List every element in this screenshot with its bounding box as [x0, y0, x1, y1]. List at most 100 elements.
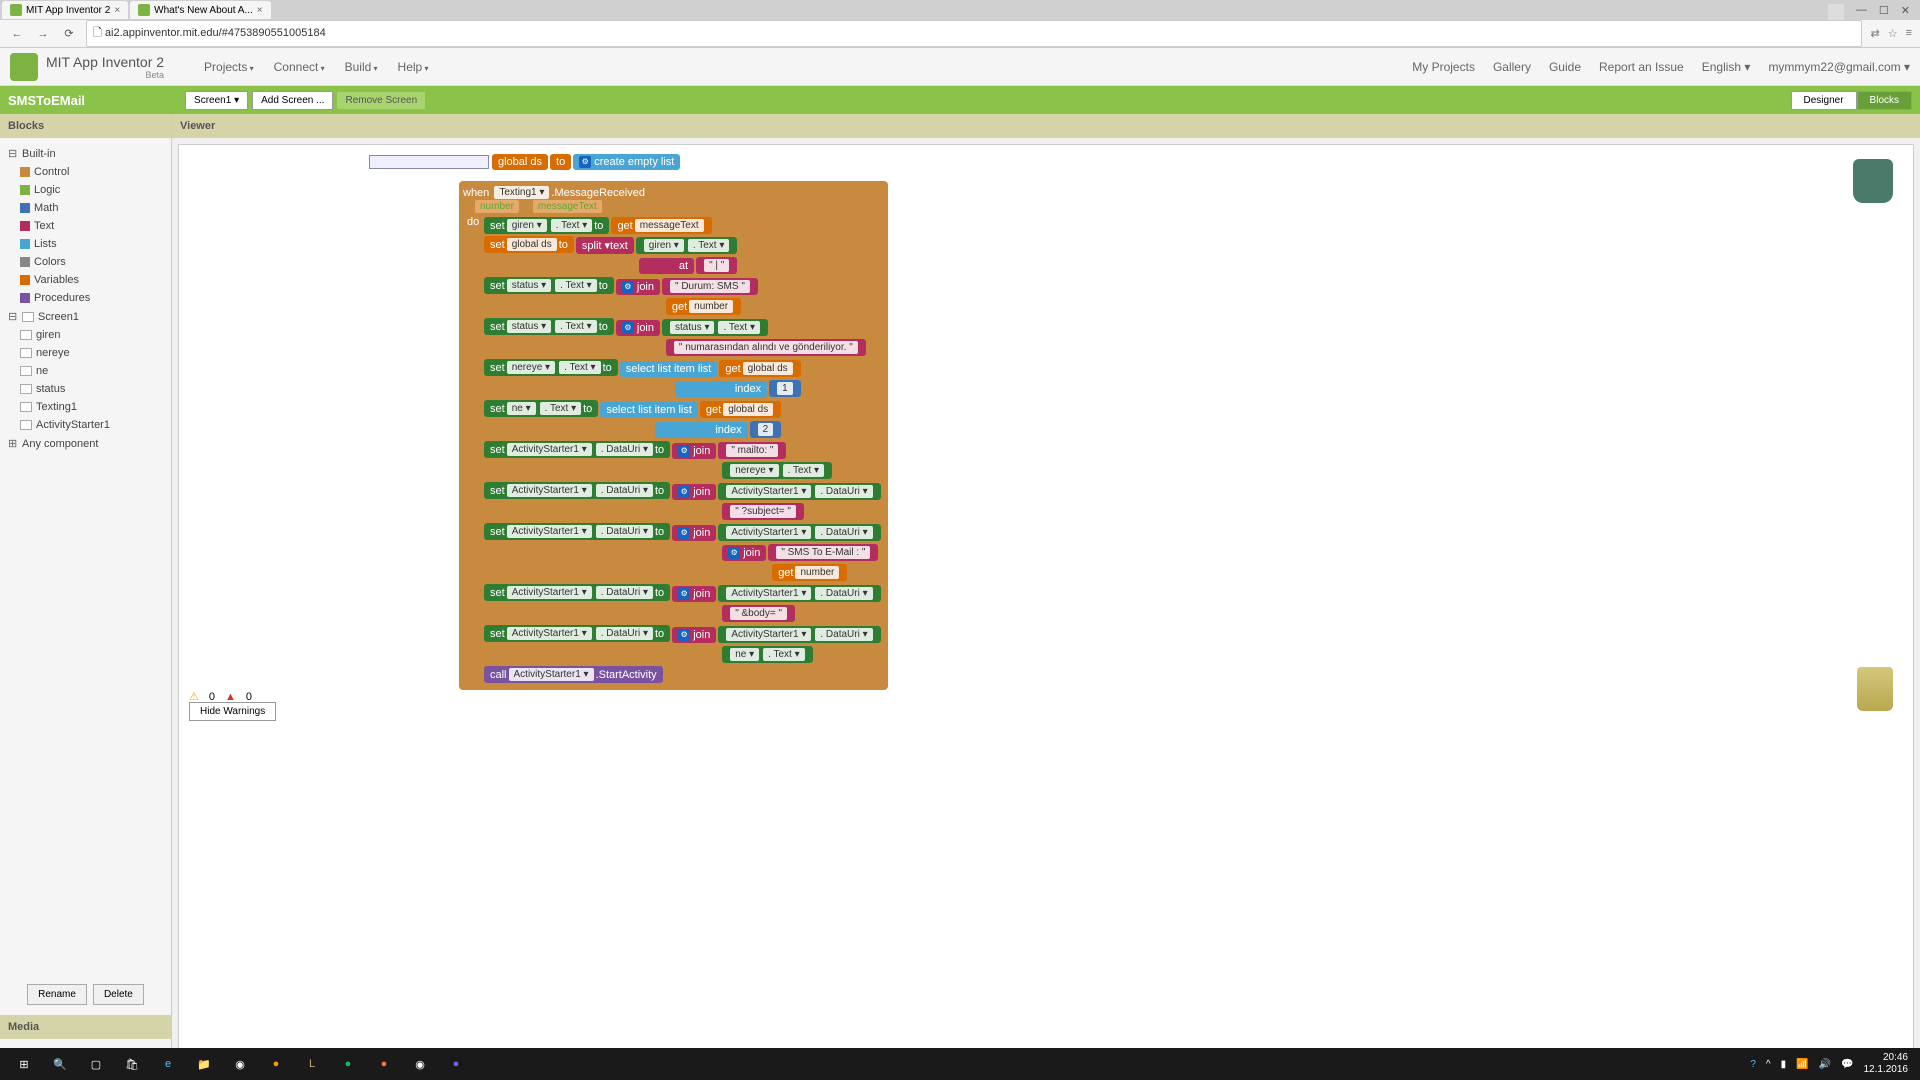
app-logo-icon	[10, 53, 38, 81]
blocks-panel-header: Blocks	[0, 114, 171, 138]
store-icon[interactable]: 🛍	[118, 1050, 146, 1078]
block-event-message-received[interactable]: when Texting1 ▾ .MessageReceived number …	[459, 181, 888, 690]
beta-label: Beta	[46, 70, 164, 80]
block-set-datauri-4[interactable]: set ActivityStarter1 ▾. DataUri ▾ to ⚙jo…	[483, 583, 882, 624]
lol-icon[interactable]: L	[298, 1050, 326, 1078]
block-set-status-1[interactable]: set status ▾. Text ▾ to ⚙join " Durum: S…	[483, 276, 882, 317]
maximize-icon[interactable]: ☐	[1879, 4, 1889, 20]
cat-procedures[interactable]: Procedures	[6, 289, 165, 307]
block-set-datauri-5[interactable]: set ActivityStarter1 ▾. DataUri ▾ to ⚙jo…	[483, 624, 882, 665]
app-icon[interactable]: ●	[262, 1050, 290, 1078]
browser-tab-2[interactable]: What's New About A... ×	[130, 1, 270, 19]
spotify-icon[interactable]: ●	[334, 1050, 362, 1078]
tree-screen1[interactable]: ⊟Screen1	[6, 307, 165, 326]
back-icon[interactable]: ←	[8, 25, 26, 43]
comp-giren[interactable]: giren	[6, 326, 165, 344]
cat-logic[interactable]: Logic	[6, 181, 165, 199]
backpack-icon[interactable]	[1853, 159, 1893, 203]
gear-icon: ⚙	[678, 445, 690, 457]
start-icon[interactable]: ⊞	[10, 1050, 38, 1078]
block-set-giren-text[interactable]: set giren ▾. Text ▾ to get messageText	[483, 216, 882, 235]
battery-icon[interactable]: ▮	[1781, 1059, 1787, 1070]
nav-help[interactable]: Help	[398, 60, 429, 74]
reload-icon[interactable]: ⟳	[60, 25, 78, 43]
page-icon: 🗋	[93, 27, 105, 39]
close-icon[interactable]: ✕	[1901, 4, 1910, 20]
block-set-datauri-2[interactable]: set ActivityStarter1 ▾. DataUri ▾ to ⚙jo…	[483, 481, 882, 522]
link-report[interactable]: Report an Issue	[1599, 60, 1684, 74]
link-guide[interactable]: Guide	[1549, 60, 1581, 74]
comp-status[interactable]: status	[6, 380, 165, 398]
designer-button[interactable]: Designer	[1791, 91, 1857, 110]
firefox-icon[interactable]: ●	[370, 1050, 398, 1078]
trash-icon[interactable]	[1857, 667, 1893, 711]
user-icon[interactable]	[1828, 4, 1844, 20]
cat-variables[interactable]: Variables	[6, 271, 165, 289]
tree-any-component[interactable]: ⊞Any component	[6, 434, 165, 453]
remove-screen-button[interactable]: Remove Screen	[337, 92, 425, 109]
browser-tab-1[interactable]: MIT App Inventor 2 ×	[2, 1, 128, 19]
url-input[interactable]: 🗋 ai2.appinventor.mit.edu/#4753890551005…	[86, 20, 1862, 47]
blocks-workspace[interactable]: global ds to ⚙create empty list when Tex…	[178, 144, 1914, 1074]
tree-builtin[interactable]: ⊟Built-in	[6, 144, 165, 163]
nav-connect[interactable]: Connect	[274, 60, 325, 74]
comp-nereye[interactable]: nereye	[6, 344, 165, 362]
close-icon[interactable]: ×	[114, 5, 120, 16]
clock[interactable]: 20:46 12.1.2016	[1864, 1052, 1915, 1076]
menu-icon[interactable]: ≡	[1906, 27, 1912, 40]
rename-button[interactable]: Rename	[27, 984, 87, 1005]
close-icon[interactable]: ×	[257, 5, 263, 16]
cat-math[interactable]: Math	[6, 199, 165, 217]
link-gallery[interactable]: Gallery	[1493, 60, 1531, 74]
blocks-button[interactable]: Blocks	[1857, 91, 1912, 110]
blocks-sidebar: Blocks ⊟Built-in Control Logic Math Text…	[0, 114, 172, 1080]
translate-icon[interactable]: ⇄	[1870, 27, 1879, 40]
forward-icon[interactable]: →	[34, 25, 52, 43]
add-screen-button[interactable]: Add Screen ...	[252, 91, 333, 110]
delete-button[interactable]: Delete	[93, 984, 144, 1005]
search-icon[interactable]: 🔍	[46, 1050, 74, 1078]
block-init-global[interactable]: global ds to ⚙create empty list	[369, 153, 681, 171]
notifications-icon[interactable]: 💬	[1841, 1059, 1853, 1070]
block-call-startactivity[interactable]: call ActivityStarter1 ▾.StartActivity	[483, 665, 882, 684]
chrome-icon[interactable]: ◉	[406, 1050, 434, 1078]
gear-icon: ⚙	[678, 629, 690, 641]
cat-control[interactable]: Control	[6, 163, 165, 181]
taskview-icon[interactable]: ▢	[82, 1050, 110, 1078]
wifi-icon[interactable]: 📶	[1796, 1059, 1808, 1070]
viewer-header: Viewer	[172, 114, 1920, 138]
media-panel-header: Media	[0, 1015, 171, 1039]
block-set-datauri-3[interactable]: set ActivityStarter1 ▾. DataUri ▾ to ⚙jo…	[483, 522, 882, 583]
block-set-status-2[interactable]: set status ▾. Text ▾ to ⚙join status ▾. …	[483, 317, 882, 358]
gear-icon: ⚙	[678, 588, 690, 600]
block-set-global-ds[interactable]: set global ds to split ▾ text giren ▾. T…	[483, 235, 882, 276]
nav-build[interactable]: Build	[345, 60, 378, 74]
link-my-projects[interactable]: My Projects	[1412, 60, 1475, 74]
explorer-icon[interactable]: 📁	[190, 1050, 218, 1078]
block-set-ne[interactable]: set ne ▾. Text ▾ to select list item lis…	[483, 399, 882, 440]
star-icon[interactable]: ☆	[1888, 27, 1898, 40]
block-set-nereye[interactable]: set nereye ▾. Text ▾ to select list item…	[483, 358, 882, 399]
browser-toolbar: ← → ⟳ 🗋 ai2.appinventor.mit.edu/#4753890…	[0, 20, 1920, 48]
screen-dropdown[interactable]: Screen1 ▾	[185, 91, 248, 110]
comp-texting1[interactable]: Texting1	[6, 398, 165, 416]
lang-dropdown[interactable]: English ▾	[1702, 60, 1751, 74]
cat-lists[interactable]: Lists	[6, 235, 165, 253]
nav-projects[interactable]: Projects	[204, 60, 254, 74]
block-set-datauri-1[interactable]: set ActivityStarter1 ▾. DataUri ▾ to ⚙jo…	[483, 440, 882, 481]
tray-chevron-icon[interactable]: ^	[1766, 1059, 1771, 1070]
user-dropdown[interactable]: mymmym22@gmail.com ▾	[1768, 60, 1910, 74]
comp-activitystarter1[interactable]: ActivityStarter1	[6, 416, 165, 434]
volume-icon[interactable]: 🔊	[1819, 1059, 1831, 1070]
viber-icon[interactable]: ●	[442, 1050, 470, 1078]
app-title: MIT App Inventor 2	[46, 54, 164, 70]
edge-icon[interactable]: e	[154, 1050, 182, 1078]
cat-colors[interactable]: Colors	[6, 253, 165, 271]
minimize-icon[interactable]: —	[1856, 4, 1867, 20]
gear-icon: ⚙	[622, 281, 634, 293]
steam-icon[interactable]: ◉	[226, 1050, 254, 1078]
help-icon[interactable]: ?	[1750, 1059, 1756, 1070]
cat-text[interactable]: Text	[6, 217, 165, 235]
comp-ne[interactable]: ne	[6, 362, 165, 380]
hide-warnings-button[interactable]: Hide Warnings	[189, 702, 276, 721]
